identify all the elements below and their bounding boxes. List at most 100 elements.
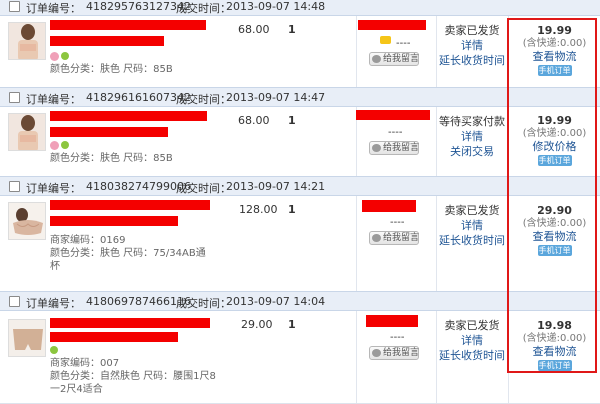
redacted-buyer [366,315,418,327]
product-image [9,114,45,150]
redacted-buyer [358,20,426,30]
status-action-link[interactable]: 延长收货时间 [436,53,508,68]
deal-time-label: 成交时间： [176,2,231,15]
details-link[interactable]: 详情 [436,333,508,348]
status-action-link[interactable]: 延长收货时间 [436,348,508,363]
deal-time-value: 2013-09-07 14:47 [226,91,326,104]
product-image [9,23,45,59]
pay-action-link[interactable]: 修改价格 [509,140,600,153]
product-attr: 颜色分类：自然肤色 尺码：腰围1尺8 [50,371,216,382]
pay-action-link[interactable]: 查看物流 [509,345,600,358]
product-attr-cont: 杯 [50,261,60,272]
leave-message-button[interactable]: 给我留言 [369,141,419,155]
order-no-label: 订单编号： [26,93,81,106]
order-status: 卖家已发货 详情 延长收货时间 [436,23,508,68]
phone-order-badge: 手机订单 [537,360,572,371]
redacted-buyer [356,110,430,120]
phone-order-badge: 手机订单 [537,155,572,166]
order-list: 订单编号： 418295763127342 成交时间： 2013-09-07 1… [0,0,600,404]
product-image [9,203,45,239]
merchant-code: 商家编码：0169 [50,235,126,246]
status-text: 等待买家付款 [439,115,505,128]
phone-order-badge: 手机订单 [537,245,572,256]
product-attr-cont: 一2尺4适合 [50,384,103,395]
payment-cell: 19.99 (含快递:0.00) 修改价格 手机订单 [509,114,600,166]
redacted-title [50,127,168,137]
total-amount: 29.90 [537,204,572,217]
payment-cell: 19.99 (含快递:0.00) 查看物流 手机订单 [509,24,600,76]
unit-price: 29.00 [241,318,273,331]
buyer-placeholder: ---- [388,127,403,138]
message-icon [372,234,381,242]
deal-time-label: 成交时间： [176,297,231,310]
shipping-note: (含快递:0.00) [522,218,587,229]
redacted-title [50,36,164,46]
chat-icon[interactable] [380,36,391,44]
redacted-title [50,200,210,210]
pay-action-link[interactable]: 查看物流 [509,230,600,243]
merchant-code: 商家编码：007 [50,358,120,369]
leaf-icon [61,141,69,149]
buyer-placeholder: ---- [390,217,405,228]
flower-icon [50,51,59,61]
payment-cell: 29.90 (含快递:0.00) 查看物流 手机订单 [509,204,600,256]
status-text: 卖家已发货 [444,319,500,332]
service-badges [50,50,69,62]
leave-message-button[interactable]: 给我留言 [369,346,419,360]
product-thumbnail[interactable] [8,113,46,151]
details-link[interactable]: 详情 [436,129,508,144]
buyer-placeholder: ---- [396,38,411,49]
product-attr: 颜色分类：肤色 尺码：75/34AB通 [50,248,206,259]
order-body: 颜色分类：肤色 尺码：85B 68.00 1 ---- 给我留言 卖家已发货 详… [0,16,600,90]
unit-price: 68.00 [238,114,270,127]
redacted-title [50,111,207,121]
order-header: 订单编号： 418038274799006 成交时间： 2013-09-07 1… [0,176,600,196]
message-icon [372,144,381,152]
order-status: 等待买家付款 详情 关闭交易 [436,114,508,159]
status-action-link[interactable]: 关闭交易 [436,144,508,159]
order-header: 订单编号： 418296161607342 成交时间： 2013-09-07 1… [0,87,600,107]
product-thumbnail[interactable] [8,319,46,357]
product-thumbnail[interactable] [8,22,46,60]
redacted-title [50,318,210,328]
leave-message-button[interactable]: 给我留言 [369,231,419,245]
redacted-title [50,216,178,226]
redacted-title [50,332,178,342]
details-link[interactable]: 详情 [436,38,508,53]
details-link[interactable]: 详情 [436,218,508,233]
deal-time-label: 成交时间： [176,182,231,195]
order-no-label: 订单编号： [26,182,81,195]
deal-time-value: 2013-09-07 14:21 [226,180,326,193]
order-body: 商家编码：007 颜色分类：自然肤色 尺码：腰围1尺8 一2尺4适合 29.00… [0,311,600,404]
quantity: 1 [288,203,296,216]
total-amount: 19.99 [537,24,572,37]
order-no-label: 订单编号： [26,2,81,15]
order-header: 订单编号： 418069787466116 成交时间： 2013-09-07 1… [0,291,600,311]
leaf-icon [50,346,58,354]
order-body: 颜色分类：肤色 尺码：85B 68.00 1 ---- 给我留言 等待买家付款 … [0,107,600,177]
shipping-note: (含快递:0.00) [522,128,587,139]
pay-action-link[interactable]: 查看物流 [509,50,600,63]
product-attr: 颜色分类：肤色 尺码：85B [50,153,173,164]
unit-price: 68.00 [238,23,270,36]
shipping-note: (含快递:0.00) [522,333,587,344]
total-amount: 19.98 [537,319,572,332]
leave-message-button[interactable]: 给我留言 [369,52,419,66]
leaf-icon [61,52,69,60]
flower-icon [50,140,59,150]
order-select-checkbox[interactable] [9,181,20,192]
order-select-checkbox[interactable] [9,1,20,12]
redacted-buyer [362,200,416,212]
quantity: 1 [288,318,296,331]
order-status: 卖家已发货 详情 延长收货时间 [436,318,508,363]
product-thumbnail[interactable] [8,202,46,240]
redacted-title [50,20,206,30]
service-badges [50,344,58,356]
order-select-checkbox[interactable] [9,296,20,307]
order-no-label: 订单编号： [26,297,81,310]
order-select-checkbox[interactable] [9,92,20,103]
total-amount: 19.99 [537,114,572,127]
status-action-link[interactable]: 延长收货时间 [436,233,508,248]
deal-time-value: 2013-09-07 14:04 [226,295,326,308]
buyer-placeholder: ---- [390,332,405,343]
